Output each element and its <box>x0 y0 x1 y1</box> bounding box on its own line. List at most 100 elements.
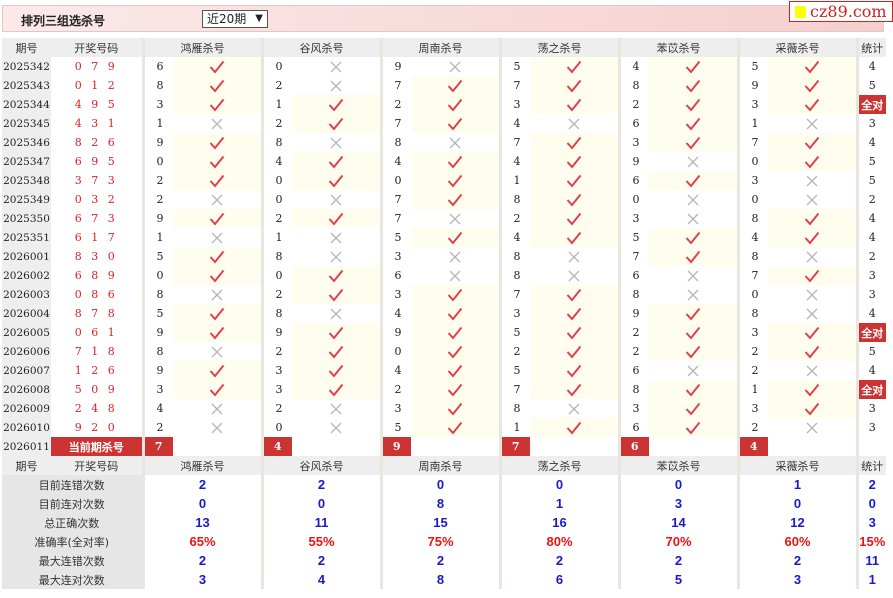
col-period: 期号 <box>2 38 51 57</box>
period-select[interactable]: 近20期 ▼ <box>202 10 268 28</box>
col-draw: 开奖号码 <box>51 38 143 57</box>
stats-label: 最大连错次数 <box>2 551 143 570</box>
stats-label: 总正确次数 <box>2 513 143 532</box>
stats-label: 目前连错次数 <box>2 475 143 494</box>
site-logo[interactable]: cz89.com <box>789 1 893 22</box>
check-icon <box>649 247 738 266</box>
kill-number: 4 <box>617 57 649 76</box>
hit-count: 3 <box>855 114 886 133</box>
kill-number: 4 <box>260 152 292 171</box>
draw-number: 6 8 9 <box>74 269 118 282</box>
check-icon <box>649 114 738 133</box>
kill-number: 2 <box>141 418 173 437</box>
col-kill: 荡之杀号 <box>498 456 619 475</box>
check-icon <box>649 399 738 418</box>
kill-number: 3 <box>379 285 411 304</box>
cross-icon <box>530 399 619 418</box>
current-row: 2026011 当前期杀号 7 4 9 7 6 4 <box>2 437 886 456</box>
logo-text: cz89.com <box>810 2 887 21</box>
kill-number: 9 <box>141 361 173 380</box>
check-icon <box>768 152 857 171</box>
stats-value: 14 <box>617 513 738 532</box>
kill-number: 2 <box>379 95 411 114</box>
draw-number: 3 7 3 <box>74 174 118 187</box>
stats-value: 3 <box>617 494 738 513</box>
kill-number: 0 <box>379 342 411 361</box>
cross-icon <box>292 399 381 418</box>
kill-number: 3 <box>379 247 411 266</box>
kill-number: 7 <box>498 76 530 95</box>
kill-number: 0 <box>736 285 768 304</box>
hit-count: 5 <box>855 171 886 190</box>
check-icon <box>649 76 738 95</box>
check-icon <box>649 133 738 152</box>
cross-icon <box>768 114 857 133</box>
kill-number: 2 <box>260 342 292 361</box>
cross-icon <box>173 418 262 437</box>
kill-number: 7 <box>498 380 530 399</box>
kill-number: 4 <box>379 361 411 380</box>
table-row: 2026007 1 2 6 9 3 4 5 6 2 4 <box>2 361 886 380</box>
stats-value: 8 <box>379 570 500 589</box>
check-icon <box>649 418 738 437</box>
period: 2026009 <box>2 399 51 418</box>
period: 2025349 <box>2 190 51 209</box>
kill-number: 6 <box>617 266 649 285</box>
check-icon <box>411 304 500 323</box>
check-icon <box>530 133 619 152</box>
col-kill: 苯苡杀号 <box>617 456 738 475</box>
draw-number: 0 1 2 <box>74 79 118 92</box>
kill-number: 8 <box>141 76 173 95</box>
stats-total: 1 <box>855 570 886 589</box>
kill-number: 1 <box>736 380 768 399</box>
check-icon <box>768 266 857 285</box>
cross-icon <box>411 247 500 266</box>
kill-number: 7 <box>379 209 411 228</box>
draw-number: 8 2 6 <box>74 136 118 149</box>
hit-count: 4 <box>855 133 886 152</box>
cross-icon <box>411 133 500 152</box>
stats-row: 目前连对次数 0 0 8 1 3 0 0 <box>2 494 886 513</box>
stats-row: 最大连错次数 2 2 2 2 2 2 11 <box>2 551 886 570</box>
kill-number: 3 <box>498 95 530 114</box>
kill-number: 5 <box>141 247 173 266</box>
kill-number: 0 <box>260 171 292 190</box>
kill-number: 3 <box>736 399 768 418</box>
period: 2026001 <box>2 247 51 266</box>
check-icon <box>411 95 500 114</box>
draw-number: 4 3 1 <box>74 117 118 130</box>
draw-number: 1 2 6 <box>74 364 118 377</box>
period: 2026004 <box>2 304 51 323</box>
cross-icon <box>411 57 500 76</box>
check-icon <box>649 380 738 399</box>
kill-number: 2 <box>141 171 173 190</box>
kill-number: 4 <box>498 228 530 247</box>
stats-total: 11 <box>855 551 886 570</box>
cross-icon <box>768 304 857 323</box>
draw-number: 8 7 8 <box>74 307 118 320</box>
kill-number: 7 <box>379 190 411 209</box>
check-icon <box>292 285 381 304</box>
kill-number: 8 <box>617 285 649 304</box>
check-icon <box>530 380 619 399</box>
check-icon <box>649 57 738 76</box>
check-icon <box>411 361 500 380</box>
stats-label: 最大连对次数 <box>2 570 143 589</box>
table-row: 2026009 2 4 8 4 2 3 8 3 3 3 <box>2 399 886 418</box>
check-icon <box>530 209 619 228</box>
check-icon <box>173 209 262 228</box>
check-icon <box>530 190 619 209</box>
kill-number: 3 <box>736 95 768 114</box>
period: 2026006 <box>2 342 51 361</box>
stats-value: 55% <box>260 532 381 551</box>
check-icon <box>292 114 381 133</box>
check-icon <box>411 285 500 304</box>
current-label: 当前期杀号 <box>51 437 143 456</box>
check-icon <box>768 399 857 418</box>
table-row: 2025342 0 7 9 6 0 9 5 4 5 4 <box>2 57 886 76</box>
check-icon <box>173 323 262 342</box>
kill-number: 2 <box>617 323 649 342</box>
check-icon <box>292 209 381 228</box>
check-icon <box>530 323 619 342</box>
draw-number: 8 3 0 <box>74 250 118 263</box>
